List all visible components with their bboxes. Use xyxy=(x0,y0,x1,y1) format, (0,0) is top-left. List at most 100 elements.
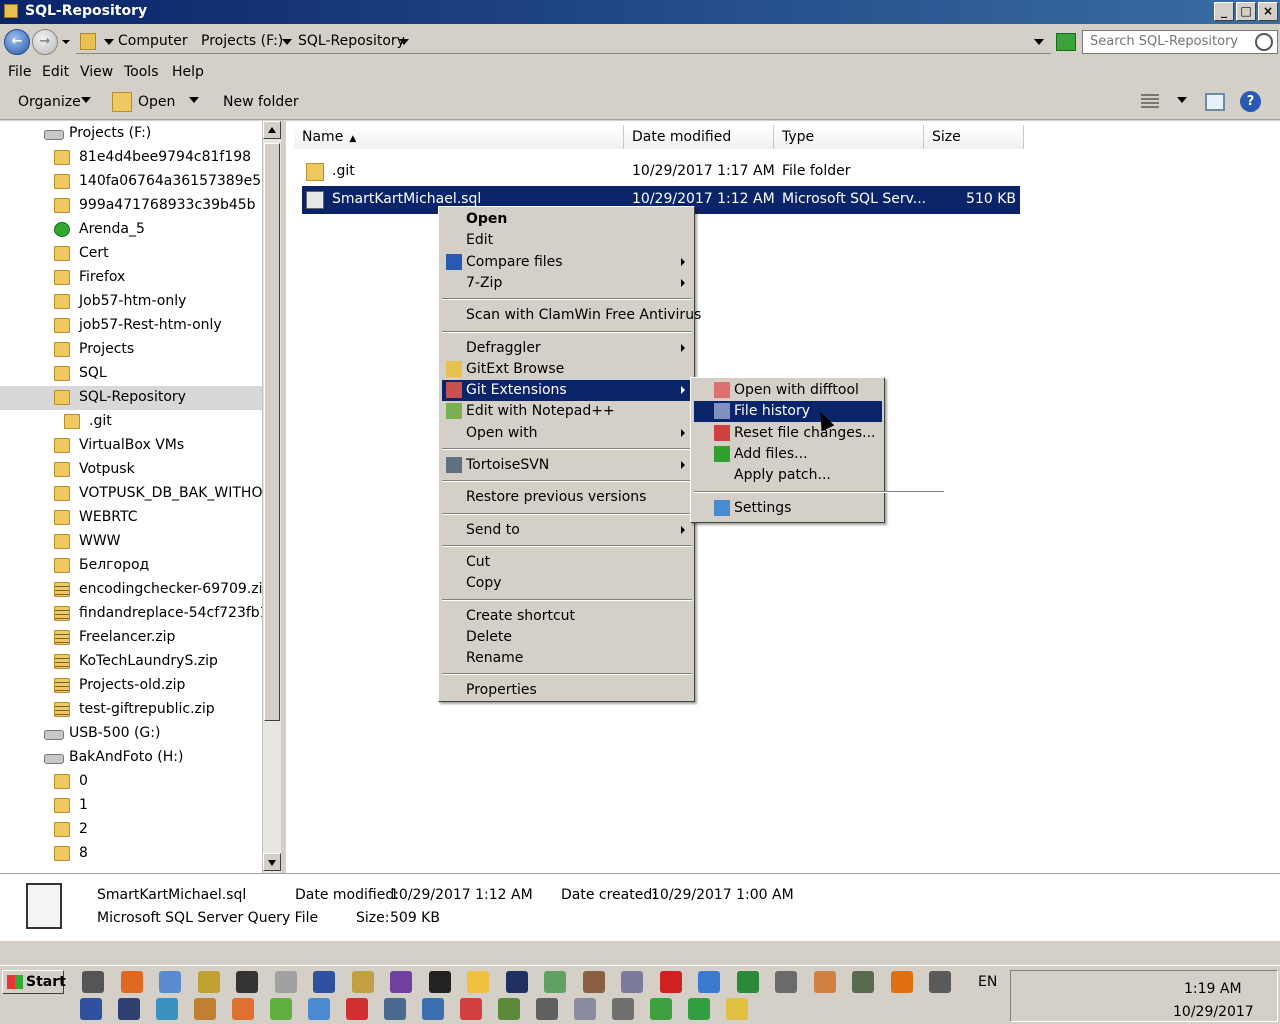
taskbar-app-icon[interactable] xyxy=(498,998,520,1020)
tree-item[interactable]: Projects-old.zip xyxy=(0,674,262,698)
taskbar-app-icon[interactable] xyxy=(390,971,412,993)
taskbar-app-icon[interactable] xyxy=(274,971,297,993)
tree-item[interactable]: 2 xyxy=(0,818,262,842)
view-dropdown-icon[interactable] xyxy=(1177,97,1187,103)
menu-item-reset-file-changes[interactable]: Reset file changes... xyxy=(694,423,882,444)
taskbar-app-icon[interactable] xyxy=(384,998,406,1020)
tree-item[interactable]: WWW xyxy=(0,530,262,554)
taskbar-app-icon[interactable] xyxy=(574,998,596,1020)
start-button[interactable]: Start xyxy=(2,970,66,994)
taskbar-app-icon[interactable] xyxy=(775,971,797,993)
title-bar[interactable]: SQL-Repository _ □ × xyxy=(0,0,1280,24)
menu-item-compare-files[interactable]: Compare files xyxy=(442,252,692,273)
taskbar-app-icon[interactable] xyxy=(698,971,720,993)
taskbar-app-icon[interactable] xyxy=(688,998,710,1020)
taskbar-app-icon[interactable] xyxy=(351,971,374,993)
search-box[interactable] xyxy=(1082,30,1278,54)
menu-item-add-files[interactable]: Add files... xyxy=(694,444,882,465)
scroll-down-button[interactable] xyxy=(263,853,281,871)
new-folder-button[interactable]: New folder xyxy=(223,94,299,110)
address-box[interactable]: Computer Projects (F:) SQL-Repository xyxy=(76,30,1051,54)
taskbar-app-icon[interactable] xyxy=(659,971,682,993)
tree-item[interactable]: BakAndFoto (H:) xyxy=(0,746,262,770)
tree-item[interactable]: Firefox xyxy=(0,266,262,290)
menu-item-scan-with-clamwin-free-antivirus[interactable]: Scan with ClamWin Free Antivirus xyxy=(442,305,701,326)
tree-item[interactable]: 140fa06764a36157389e5bc0 xyxy=(0,170,262,194)
taskbar-app-icon[interactable] xyxy=(621,971,643,993)
taskbar-app-icon[interactable] xyxy=(118,998,140,1020)
menu-item-cut[interactable]: Cut xyxy=(442,552,692,573)
history-dropdown-icon[interactable] xyxy=(62,40,70,44)
taskbar-app-icon[interactable] xyxy=(582,971,605,993)
taskbar-app-icon[interactable] xyxy=(505,971,528,993)
menu-item-delete[interactable]: Delete xyxy=(442,627,692,648)
search-icon[interactable] xyxy=(1255,33,1273,51)
taskbar-app-icon[interactable] xyxy=(236,971,258,993)
tree-item[interactable]: KoTechLaundryS.zip xyxy=(0,650,262,674)
menu-item-apply-patch[interactable]: Apply patch... xyxy=(694,465,882,486)
language-indicator[interactable]: EN xyxy=(978,974,997,990)
taskbar-app-icon[interactable] xyxy=(270,998,292,1020)
chevron-down-icon[interactable] xyxy=(282,39,292,45)
menu-help[interactable]: Help xyxy=(172,64,204,80)
taskbar-app-icon[interactable] xyxy=(159,971,181,993)
taskbar-app-icon[interactable] xyxy=(120,971,143,993)
taskbar-app-icon[interactable] xyxy=(313,971,335,993)
address-dropdown-icon[interactable] xyxy=(1034,39,1044,45)
scroll-thumb[interactable] xyxy=(264,143,280,721)
column-name[interactable]: Name ▲ xyxy=(294,125,624,149)
forward-button[interactable]: → xyxy=(32,29,58,55)
file-row[interactable]: .git 10/29/2017 1:17 AM File folder xyxy=(302,158,1020,186)
breadcrumb-computer[interactable]: Computer xyxy=(118,33,188,49)
menu-item-git-extensions[interactable]: Git Extensions xyxy=(442,380,692,402)
tree-item[interactable]: job57-Rest-htm-only xyxy=(0,314,262,338)
refresh-icon[interactable] xyxy=(1056,33,1076,51)
menu-item-open[interactable]: Open xyxy=(442,209,692,230)
menu-tools[interactable]: Tools xyxy=(124,64,159,80)
tree-item[interactable]: Projects (F:) xyxy=(0,122,262,146)
menu-item-tortoisesvn[interactable]: TortoiseSVN xyxy=(442,455,692,476)
menu-item-edit[interactable]: Edit xyxy=(442,230,692,251)
chevron-down-icon[interactable] xyxy=(104,39,114,45)
tree-item[interactable]: Arenda_5 xyxy=(0,218,262,242)
column-size[interactable]: Size xyxy=(924,125,1024,149)
tree-item[interactable]: .git xyxy=(0,410,262,434)
tree-item[interactable]: Projects xyxy=(0,338,262,362)
taskbar-app-icon[interactable] xyxy=(156,998,178,1020)
tree-item[interactable]: Job57-htm-only xyxy=(0,290,262,314)
tree-item[interactable]: test-giftrepublic.zip xyxy=(0,698,262,722)
minimize-button[interactable]: _ xyxy=(1214,2,1234,21)
tree-item[interactable]: 0 xyxy=(0,770,262,794)
menu-item-copy[interactable]: Copy xyxy=(442,573,692,594)
taskbar-app-icon[interactable] xyxy=(736,971,759,993)
chevron-down-icon[interactable] xyxy=(399,39,409,45)
taskbar-app-icon[interactable] xyxy=(544,971,566,993)
preview-pane-icon[interactable] xyxy=(1205,93,1225,111)
view-options-icon[interactable] xyxy=(1141,94,1159,110)
taskbar-app-icon[interactable] xyxy=(536,998,558,1020)
scroll-up-button[interactable] xyxy=(263,121,281,139)
menu-item-properties[interactable]: Properties xyxy=(442,680,692,701)
taskbar-app-icon[interactable] xyxy=(460,998,482,1020)
open-button[interactable]: Open xyxy=(138,94,175,110)
menu-item-rename[interactable]: Rename xyxy=(442,648,692,669)
tree-item[interactable]: Votpusk xyxy=(0,458,262,482)
tree-item[interactable]: Cert xyxy=(0,242,262,266)
taskbar-app-icon[interactable] xyxy=(82,971,104,993)
taskbar-app-icon[interactable] xyxy=(813,971,836,993)
taskbar-app-icon[interactable] xyxy=(308,998,330,1020)
taskbar-app-icon[interactable] xyxy=(852,971,874,993)
menu-item-open-with[interactable]: Open with xyxy=(442,423,692,444)
taskbar-app-icon[interactable] xyxy=(929,971,951,993)
taskbar-app-icon[interactable] xyxy=(428,971,451,993)
taskbar-app-icon[interactable] xyxy=(726,998,748,1020)
tree-scrollbar[interactable] xyxy=(262,121,281,873)
clock-date[interactable]: 10/29/2017 xyxy=(1173,1004,1254,1020)
breadcrumb-sql-repository[interactable]: SQL-Repository xyxy=(298,33,405,49)
taskbar-app-icon[interactable] xyxy=(232,998,254,1020)
clock-time[interactable]: 1:19 AM xyxy=(1184,981,1242,997)
tree-item[interactable]: 999a471768933c39b45b xyxy=(0,194,262,218)
navigation-pane[interactable]: Projects (F:) 81e4d4bee9794c81f198 140fa06… xyxy=(0,121,262,873)
tree-item[interactable]: VirtualBox VMs xyxy=(0,434,262,458)
menu-item-send-to[interactable]: Send to xyxy=(442,520,692,541)
